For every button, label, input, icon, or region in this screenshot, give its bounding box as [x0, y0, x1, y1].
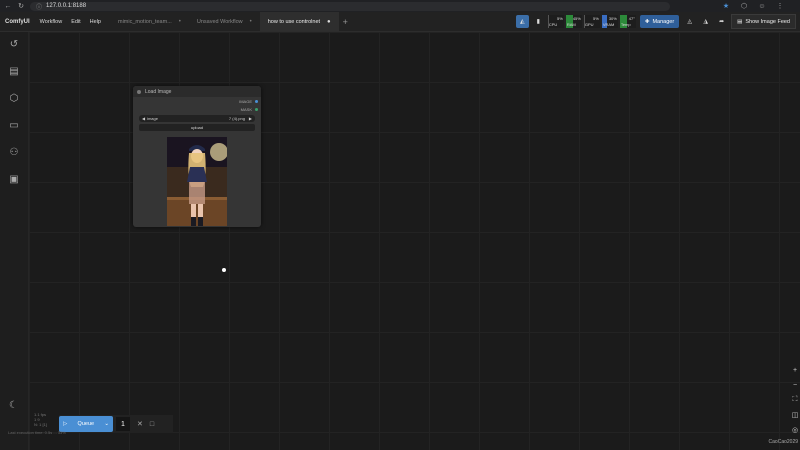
image-feed-icon: ▤ [737, 18, 743, 25]
tab-unsaved-workflow[interactable]: Unsaved Workflow • [189, 12, 260, 31]
manager-button[interactable]: ✚ Manager [639, 15, 680, 28]
users-icon[interactable]: ◮ [699, 15, 712, 28]
sidebar: ↺ ▤ ⬡ ▭ ⚇ ▣ [0, 32, 29, 450]
output-port-icon[interactable] [255, 107, 258, 111]
collapse-dot-icon[interactable] [137, 89, 141, 94]
theme-toggle-icon[interactable]: ☾ [9, 400, 18, 411]
temp-meter: Temp 47° [619, 15, 636, 28]
menu-help[interactable]: Help [90, 19, 101, 25]
history-icon[interactable]: ↺ [8, 38, 20, 50]
output-port-icon[interactable] [255, 99, 258, 103]
meter-value: 45% [572, 16, 581, 21]
output-label: MASK [240, 106, 252, 112]
tab-label: how to use controlnet [267, 18, 321, 25]
load-image-node[interactable]: Load Image IMAGE MASK ◀ image 7 (4).png … [133, 86, 261, 227]
extensions-icon[interactable]: ⬡ [739, 1, 749, 11]
fit-view-icon[interactable]: ⛶ [790, 394, 800, 406]
upload-button[interactable]: upload [139, 124, 255, 131]
image-preview [167, 137, 227, 226]
arrow-right-icon[interactable]: ▶ [249, 116, 252, 121]
queue-list-icon[interactable]: ▤ [8, 65, 20, 77]
meter-label: Temp [620, 22, 631, 27]
meter-label: RAM [566, 22, 576, 27]
node-title-bar[interactable]: Load Image [133, 86, 261, 97]
output-mask: MASK [133, 105, 261, 113]
output-label: IMAGE [239, 98, 252, 104]
zoom-out-icon[interactable]: − [790, 379, 800, 391]
tab-unsaved-dot-icon[interactable]: ● [327, 19, 331, 25]
folder-icon[interactable]: ▭ [8, 119, 20, 131]
share-icon[interactable]: ➦ [715, 15, 728, 28]
feed-label: Show Image Feed [745, 18, 790, 25]
meter-label: CPU [548, 22, 558, 27]
meter-value: 5% [557, 16, 563, 21]
stat-line: N: 1 [1] [34, 422, 47, 427]
bookmark-star-icon[interactable]: ★ [721, 1, 731, 11]
browser-bar: ← ↻ ⓘ 127.0.0.1:8188 ★ ⬡ ☺ ⋮ [0, 0, 800, 12]
menu-workflow[interactable]: Workflow [40, 19, 63, 25]
app-menubar: ComfyUI Workflow Edit Help mimic_motion_… [0, 12, 800, 32]
arrange-icon[interactable]: ◭ [515, 15, 529, 28]
tab-close-icon[interactable]: • [179, 19, 181, 25]
bookmark-icon[interactable]: ▮ [532, 15, 545, 28]
zoom-in-icon[interactable]: + [790, 364, 800, 376]
output-image: IMAGE [133, 97, 261, 105]
clean-icon[interactable]: ◬ [683, 15, 696, 28]
queue-button[interactable]: ▷ Queue ⌄ [59, 416, 113, 432]
meter-value: 5% [593, 16, 599, 21]
tab-controlnet[interactable]: how to use controlnet ● [259, 12, 339, 31]
tab-close-icon[interactable]: • [250, 19, 252, 25]
close-icon[interactable]: ✕ [137, 420, 143, 428]
queue-label: Queue [77, 421, 95, 427]
tab-label: Unsaved Workflow [196, 18, 243, 25]
show-image-feed-button[interactable]: ▤ Show Image Feed [731, 14, 796, 29]
menu-edit[interactable]: Edit [71, 19, 80, 25]
arrow-left-icon[interactable]: ◀ [142, 116, 145, 121]
batch-count-input[interactable]: 1 [116, 417, 130, 431]
workflow-tree-icon[interactable]: ⚇ [8, 146, 20, 158]
vram-meter: VRAM 30% [601, 15, 618, 28]
status-text: Last execution time: 0.5s ... 33% [8, 430, 66, 435]
puzzle-icon: ✚ [644, 18, 650, 25]
node-title: Load Image [145, 88, 172, 95]
watermark: CaoCao2029 [768, 439, 798, 445]
stats-overlay: 1.1 fps 1 9 N: 1 [1] [34, 412, 47, 427]
ram-meter: RAM 45% [565, 15, 582, 28]
meter-label: VRAM [602, 22, 615, 27]
queue-bar: ▷ Queue ⌄ 1 ✕ □ [59, 415, 173, 433]
address-bar[interactable]: ⓘ 127.0.0.1:8188 [30, 1, 670, 11]
lock-icon[interactable]: ◫ [790, 409, 800, 421]
image-gallery-icon[interactable]: ▣ [8, 173, 20, 185]
meter-value: 47° [628, 16, 635, 21]
image-select-widget[interactable]: ◀ image 7 (4).png ▶ [139, 115, 255, 122]
link-visibility-icon[interactable]: ◎ [790, 424, 800, 436]
top-toolbar: ◭ ▮ CPU 5% RAM 45% GPU 5% VRAM 30% Temp … [515, 12, 800, 31]
cpu-meter: CPU 5% [547, 15, 564, 28]
upload-label: upload [190, 125, 203, 130]
gpu-meter: GPU 5% [583, 15, 600, 28]
mouse-cursor [222, 268, 226, 272]
canvas-controls: + − ⛶ ◫ ◎ [790, 364, 800, 440]
info-icon[interactable]: ⓘ [36, 2, 42, 11]
tab-mimic-motion[interactable]: mimic_motion_team... • [110, 12, 189, 31]
node-library-icon[interactable]: ⬡ [8, 92, 20, 104]
browser-menu-icon[interactable]: ⋮ [775, 1, 785, 11]
add-tab-icon[interactable]: + [343, 17, 348, 27]
reload-icon[interactable]: ↻ [16, 1, 26, 11]
play-icon: ▷ [63, 421, 68, 427]
manager-label: Manager [652, 18, 675, 25]
back-icon[interactable]: ← [3, 1, 13, 11]
profile-icon[interactable]: ☺ [757, 1, 767, 11]
meter-value: 30% [608, 16, 617, 21]
meter-label: GPU [584, 22, 594, 27]
widget-label: image [147, 116, 158, 121]
tab-label: mimic_motion_team... [117, 18, 172, 25]
widget-value: 7 (4).png [228, 116, 245, 121]
url-text: 127.0.0.1:8188 [46, 3, 87, 9]
stop-icon[interactable]: □ [150, 421, 154, 428]
chevron-down-icon[interactable]: ⌄ [104, 421, 109, 427]
app-logo[interactable]: ComfyUI [5, 19, 30, 25]
